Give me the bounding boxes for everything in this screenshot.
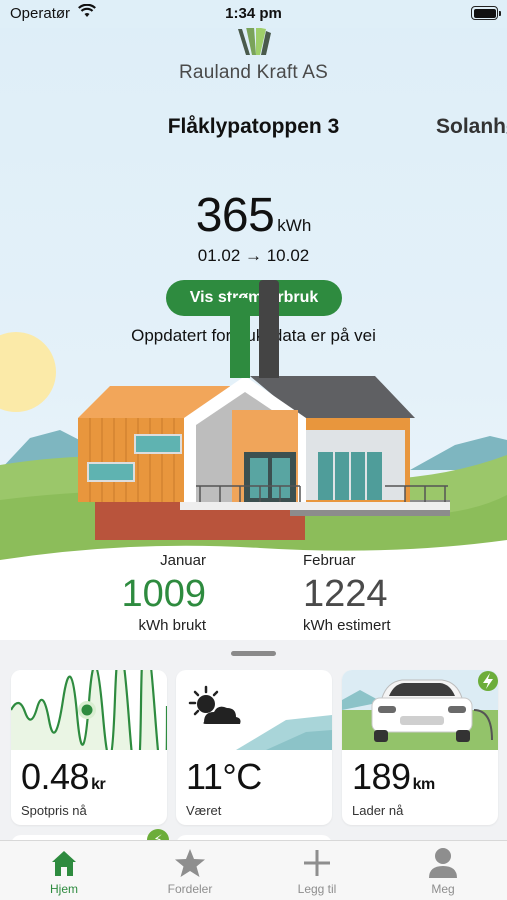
tab-benefits[interactable]: Fordeler [130,847,250,896]
estimate-month-bar [259,280,279,378]
update-note: Oppdatert forbruksdata er på vei [131,326,376,345]
current-month-summary: Januar 1009 kWh brukt [110,552,206,634]
spot-price-value: 0.48 [21,756,90,797]
price-wave-icon [11,670,167,750]
current-month-value: 1009 [121,573,206,615]
car-charging-label: Lader nå [352,803,404,818]
show-consumption-button[interactable]: Vis strømforbruk [166,280,342,316]
weather-value: 11°C [186,756,262,797]
company-logo [238,27,271,55]
tab-add[interactable]: Legg til [257,847,377,896]
car-charging-card[interactable]: 189 km Lader nå [342,670,498,825]
current-month-sublabel: kWh brukt [138,617,206,634]
weather-label: Været [186,803,222,818]
tab-label: Legg til [297,882,337,896]
usage-period: 01.02 → 10.02 [197,246,310,265]
partly-cloudy-icon [188,685,332,750]
location-tab-next[interactable]: Solanhø [436,115,507,139]
tab-label: Fordeler [167,882,213,896]
car-range-value: 189 [352,756,411,797]
star-icon [175,849,205,877]
tab-bar: Hjem Fordeler Legg til Meg [0,840,507,900]
usage-value: 365 [195,189,275,242]
estimate-month-sublabel: kWh estimert [303,617,391,634]
tab-label: Meg [431,882,455,896]
status-bar: Operatør 1:34 pm [0,0,507,28]
battery-icon [471,6,501,20]
current-month-label: Januar [160,552,206,569]
house-illustration [0,332,507,640]
spot-price-label: Spotpris nå [21,803,87,818]
car-range-unit: km [412,776,436,793]
usage-total: 365 kWh [0,188,507,243]
sheet-drag-handle[interactable] [231,651,276,656]
current-month-bar [230,298,250,378]
weather-card[interactable]: 11°C Været [176,670,332,825]
brand-name: Rauland Kraft AS [179,62,328,83]
clock: 1:34 pm [225,5,282,22]
location-tab-active[interactable]: Flåklypatoppen 3 [0,115,507,139]
tab-label: Hjem [49,882,78,896]
spot-price-card[interactable]: 0.48 kr Spotpris nå [11,670,167,825]
usage-unit: kWh [277,216,312,235]
estimate-month-summary: Februar 1224 kWh estimert [303,552,413,634]
estimate-month-value: 1224 [303,573,388,615]
plus-icon [304,850,330,876]
person-icon [429,848,457,878]
estimate-month-label: Februar [303,552,356,569]
hero-area: Rauland Kraft AS Flåklypatoppen 3 Solanh… [0,0,507,640]
spot-price-unit: kr [91,776,106,793]
tab-home[interactable]: Hjem [4,847,124,896]
tab-me[interactable]: Meg [383,847,503,896]
home-icon [52,851,76,876]
electric-car-icon [342,670,498,750]
